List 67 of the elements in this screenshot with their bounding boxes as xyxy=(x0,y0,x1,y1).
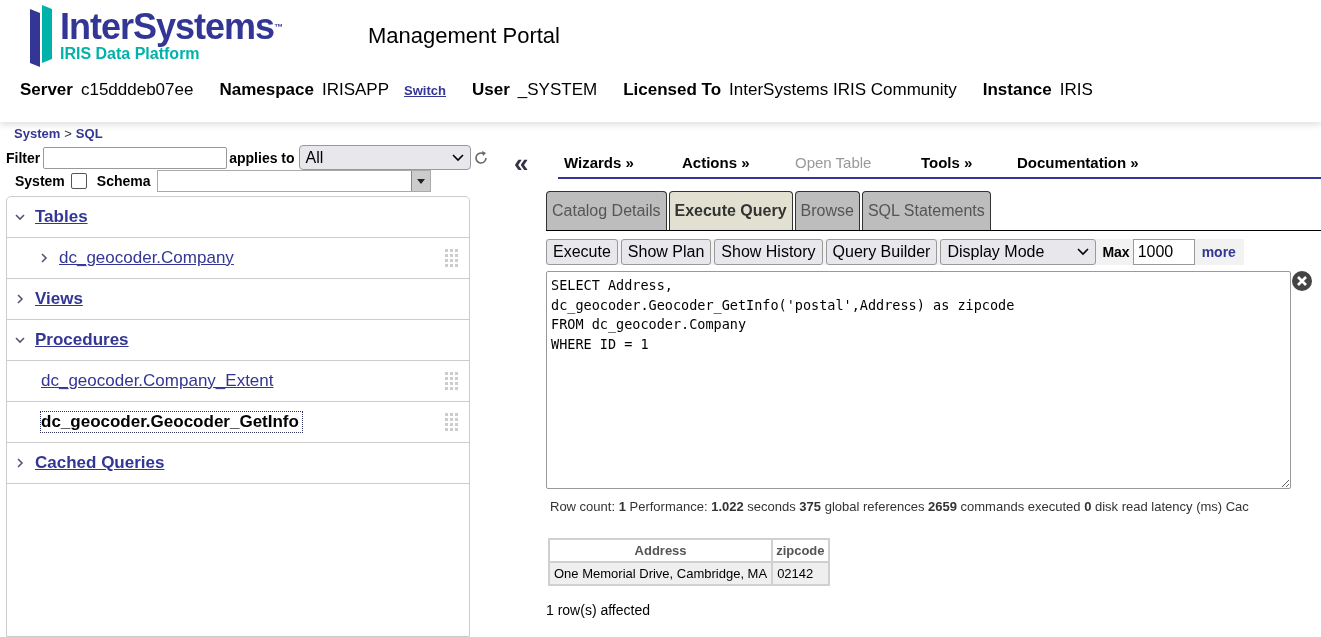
chevron-down-icon xyxy=(1077,248,1090,256)
display-mode-select[interactable]: Display Mode xyxy=(940,239,1097,265)
tab[interactable]: Execute Query xyxy=(668,191,793,230)
chevron-down-icon[interactable] xyxy=(15,335,25,345)
tab[interactable]: Catalog Details xyxy=(546,191,667,230)
tree-group-link[interactable]: Tables xyxy=(35,207,92,227)
max-field[interactable]: 1000 xyxy=(1132,239,1195,265)
query-statistics: Row count: 1 Performance: 1.022 seconds 375 global references 2659 commands executed 0 disk read latency (ms) Cac xyxy=(549,499,1250,514)
max-label: Max xyxy=(1102,244,1130,260)
column-header: zipcode xyxy=(772,539,829,562)
menu-item[interactable]: Wizards » xyxy=(564,154,682,171)
info-value: InterSystems IRIS Community xyxy=(729,80,957,99)
tree-group-link[interactable]: Views xyxy=(35,289,87,309)
system-checkbox[interactable] xyxy=(70,173,87,189)
info-value: IRIS xyxy=(1059,80,1093,99)
toolbar-button[interactable]: Execute xyxy=(546,239,618,265)
more-link[interactable]: more xyxy=(1197,244,1244,260)
tree-item-link[interactable]: dc_geocoder.Company xyxy=(59,248,237,268)
drag-handle-icon[interactable] xyxy=(445,372,459,390)
filter-field[interactable] xyxy=(43,146,228,169)
filter-label: Filter xyxy=(6,149,41,166)
chevron-down-icon[interactable] xyxy=(15,212,25,222)
menu-item[interactable]: Actions » xyxy=(682,154,795,171)
info-value: IRISAPP xyxy=(321,80,390,99)
collapse-button[interactable]: « xyxy=(500,148,558,179)
info-label: Licensed To xyxy=(623,80,722,99)
info-label: User xyxy=(471,80,510,99)
tree-item-link[interactable]: dc_geocoder.Company_Extent xyxy=(41,371,277,391)
schema-label: Schema xyxy=(96,173,151,189)
info-label: Namespace xyxy=(219,80,314,99)
chevron-right-icon[interactable] xyxy=(15,294,25,304)
dropdown-arrow-icon xyxy=(416,178,425,184)
breadcrumb-separator: > xyxy=(64,126,72,141)
drag-handle-icon[interactable] xyxy=(445,249,459,267)
info-label: Instance xyxy=(982,80,1052,99)
info-value: _SYSTEM xyxy=(517,80,598,99)
system-label: System xyxy=(15,173,65,189)
chevron-down-icon xyxy=(451,153,464,162)
applies-select[interactable]: All xyxy=(298,145,471,170)
tree-item-link[interactable]: dc_geocoder.Geocoder_GetInfo xyxy=(41,412,302,432)
tree-group-link[interactable]: Cached Queries xyxy=(35,453,169,473)
rows-affected: 1 row(s) affected xyxy=(546,602,651,618)
menu-item[interactable]: Tools » xyxy=(921,154,1017,171)
table-cell: One Memorial Drive, Cambridge, MA xyxy=(549,562,773,585)
toolbar-button[interactable]: Query Builder xyxy=(825,239,938,265)
applies-label: applies to xyxy=(229,149,295,166)
breadcrumb-current: SQL xyxy=(75,126,103,141)
chevron-right-icon[interactable] xyxy=(39,253,49,263)
info-value: c15dddeb07ee xyxy=(80,80,194,99)
clear-icon[interactable] xyxy=(1292,271,1312,291)
toolbar-button[interactable]: Show Plan xyxy=(620,239,712,265)
tab[interactable]: Browse xyxy=(794,191,860,230)
toolbar-button[interactable]: Show History xyxy=(714,239,823,265)
refresh-icon[interactable] xyxy=(472,149,489,166)
drag-handle-icon[interactable] xyxy=(445,413,459,431)
column-header: Address xyxy=(549,539,773,562)
switch-link[interactable]: Switch xyxy=(404,83,446,98)
info-label: Server xyxy=(20,80,73,99)
tab[interactable]: SQL Statements xyxy=(861,191,991,230)
tree-group-link[interactable]: Procedures xyxy=(35,330,133,350)
logo-icon xyxy=(28,5,54,67)
breadcrumb-link[interactable]: System xyxy=(14,126,61,141)
portal-title: Management Portal xyxy=(368,23,560,49)
chevron-right-icon[interactable] xyxy=(15,458,25,468)
logo-name: InterSystems™ xyxy=(60,9,283,45)
query-editor[interactable]: SELECT Address, dc_geocoder.Geocoder_GetInfo('postal',Address) as zipcode FROM dc_geocoder.Company WHERE ID = 1 xyxy=(546,271,1291,489)
menu-item[interactable]: Documentation » xyxy=(1017,154,1177,171)
